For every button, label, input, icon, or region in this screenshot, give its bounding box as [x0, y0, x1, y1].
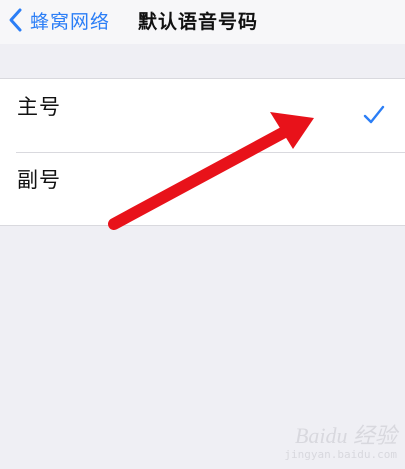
- checkmark-icon: [363, 105, 385, 124]
- navigation-bar: 蜂窝网络 默认语音号码: [0, 0, 405, 44]
- red-arrow-annotation: [108, 112, 314, 230]
- option-primary-label: 主号: [17, 95, 61, 119]
- back-button[interactable]: 蜂窝网络: [6, 6, 110, 34]
- page-title: 默认语音号码: [138, 11, 259, 33]
- chevron-left-icon: [9, 8, 22, 32]
- option-primary-number[interactable]: 主号: [0, 79, 405, 152]
- option-secondary-number[interactable]: 副号: [0, 152, 405, 225]
- option-secondary-label: 副号: [17, 168, 61, 192]
- voice-number-options: 主号 副号: [0, 78, 405, 226]
- back-button-label: 蜂窝网络: [30, 10, 111, 33]
- watermark-url: jingyan.baidu.com: [284, 448, 397, 461]
- watermark: Baidu 经验 jingyan.baidu.com: [284, 418, 397, 461]
- watermark-logo-text: Baidu 经验: [294, 423, 397, 448]
